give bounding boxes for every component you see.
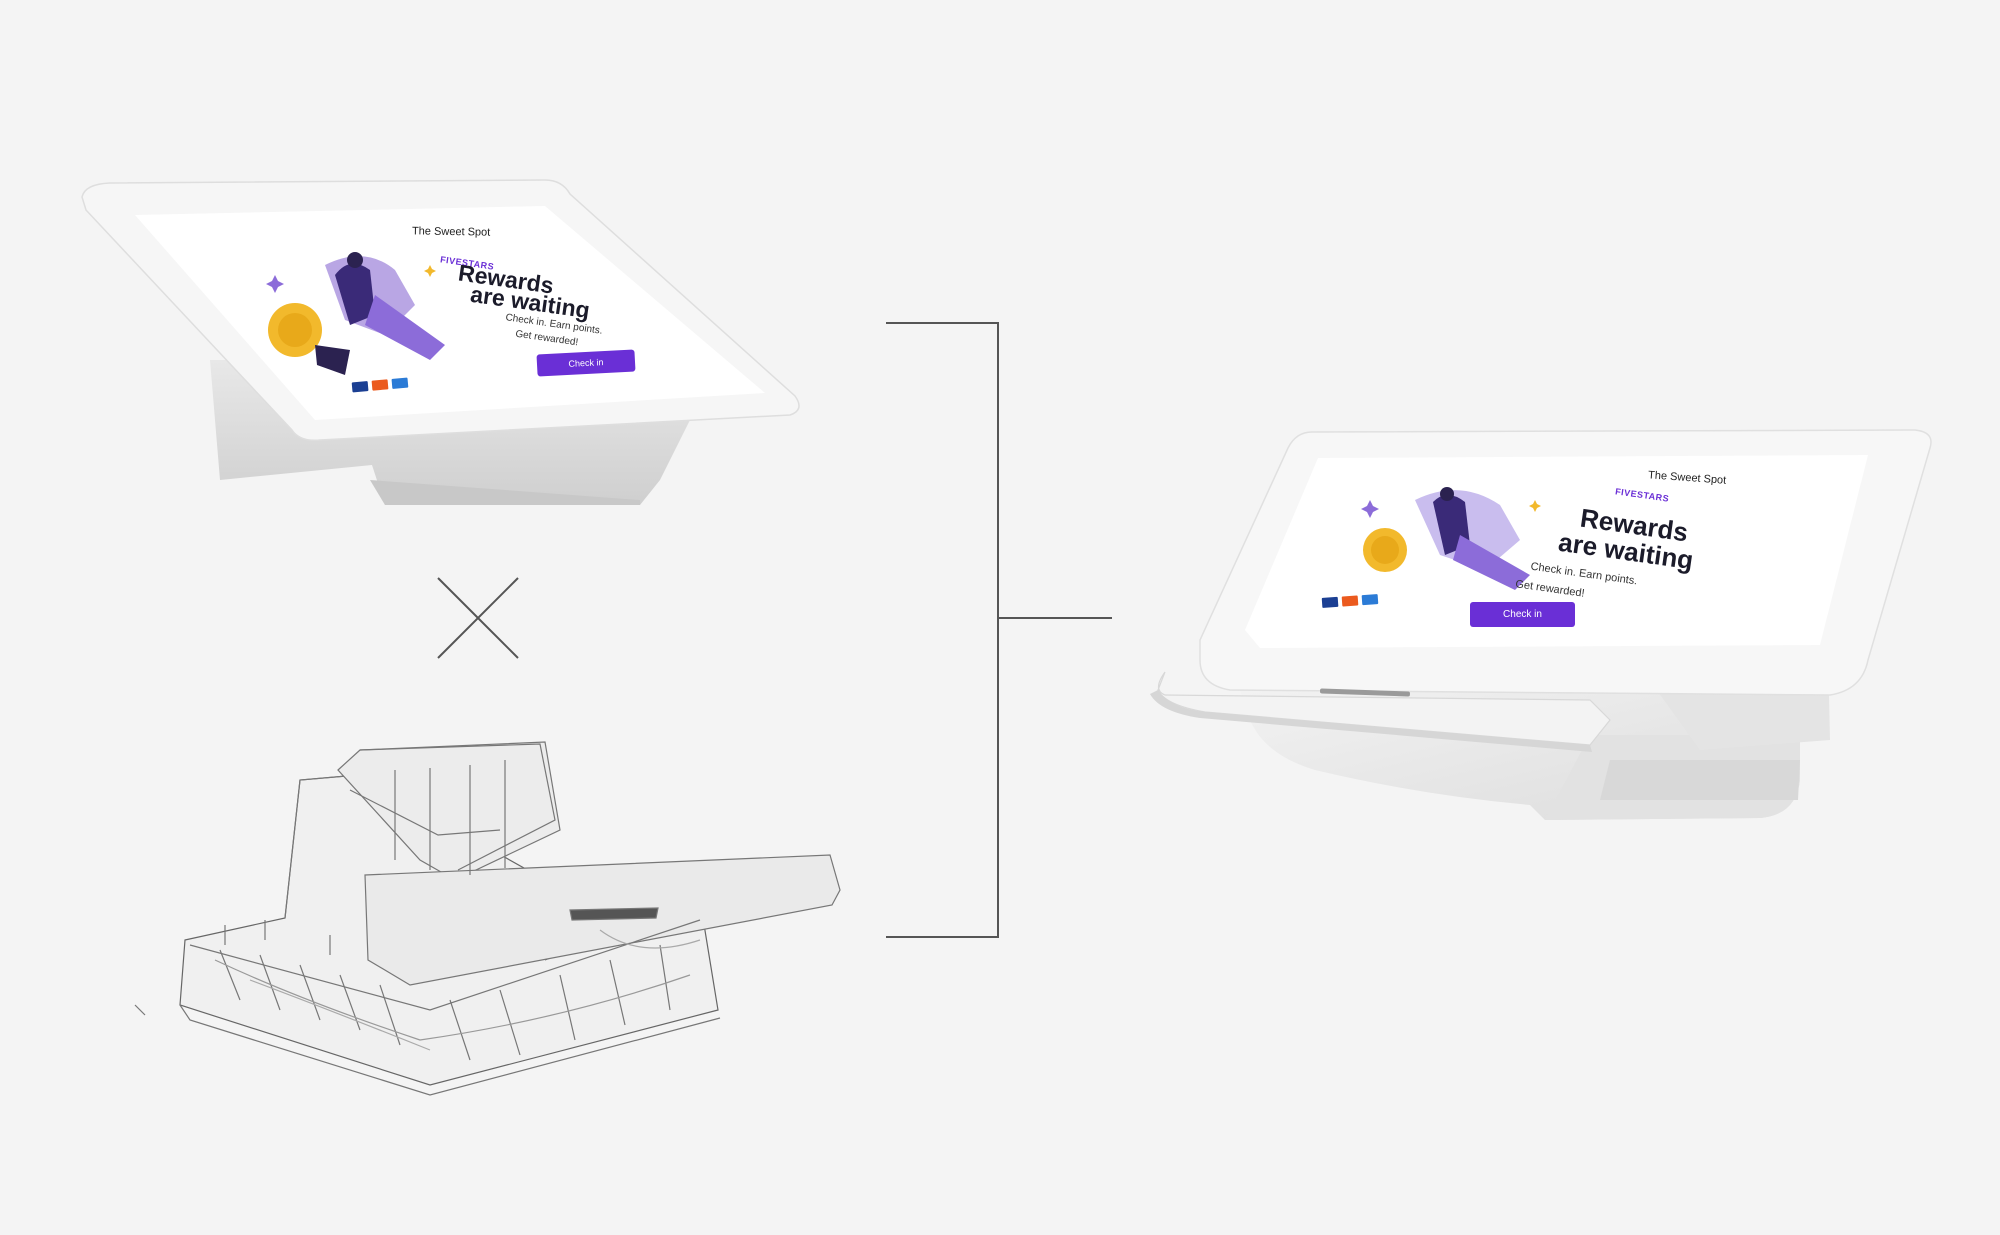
tablet-stand-left <box>81 179 800 505</box>
composition-canvas <box>81 179 1932 1096</box>
combined-device-right <box>1150 429 1932 820</box>
bracket-connector <box>886 322 1112 938</box>
multiply-icon <box>437 577 519 659</box>
wireframe-dock <box>134 741 841 1096</box>
